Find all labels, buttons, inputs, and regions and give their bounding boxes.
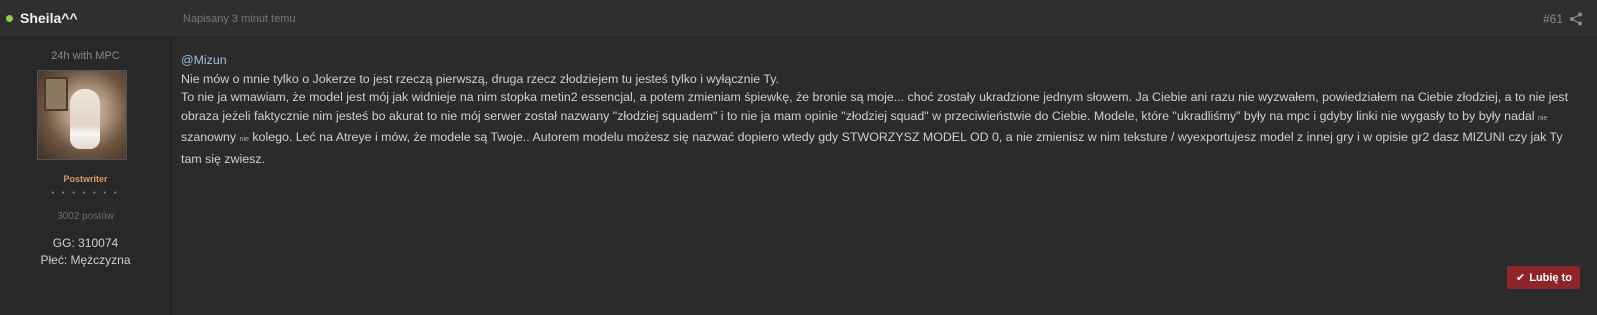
avatar-picture-frame bbox=[44, 77, 68, 111]
post-count: 3002 postów bbox=[57, 211, 114, 222]
small-text: nie bbox=[239, 136, 249, 143]
post-number-link[interactable]: #61 bbox=[1543, 12, 1563, 26]
user-group: Postwriter bbox=[63, 174, 108, 184]
avatar[interactable] bbox=[37, 70, 127, 160]
username-link[interactable]: Sheila^^ bbox=[20, 10, 78, 26]
post-text-part: kolego. Leć na Atreye i mów, że modele s… bbox=[181, 130, 1563, 166]
post-header: Sheila^^ Napisany 3 minut temu #61 bbox=[0, 0, 1597, 38]
post-line-1: Nie mów o mnie tylko o Jokerze to jest r… bbox=[181, 71, 779, 86]
forum-post: Sheila^^ Napisany 3 minut temu #61 24h w… bbox=[0, 0, 1597, 315]
share-icon[interactable] bbox=[1569, 12, 1583, 26]
post-text-part: szanowny bbox=[181, 130, 237, 144]
mention-link[interactable]: @Mizun bbox=[181, 53, 227, 67]
like-button[interactable]: ✔ Lubię to bbox=[1507, 266, 1580, 289]
post-paragraph-2: To nie ja wmawiam, że model jest mój jak… bbox=[181, 88, 1573, 168]
author-info: 24h with MPC Postwriter • • • • • • • 30… bbox=[0, 38, 172, 315]
user-title: 24h with MPC bbox=[51, 50, 120, 62]
gender-field: Płeć: Mężczyzna bbox=[40, 253, 131, 267]
small-text: nie bbox=[1537, 114, 1548, 122]
avatar-figure bbox=[70, 89, 100, 149]
like-button-label: Lubię to bbox=[1529, 271, 1572, 284]
online-status-icon bbox=[6, 15, 13, 22]
gg-number: GG: 310074 bbox=[52, 236, 119, 250]
post-timestamp: Napisany 3 minut temu bbox=[183, 13, 296, 25]
post-content: @Mizun Nie mów o mnie tylko o Jokerze to… bbox=[181, 51, 1573, 168]
post-text-part: To nie ja wmawiam, że model jest mój jak… bbox=[181, 90, 1569, 123]
check-icon: ✔ bbox=[1516, 272, 1526, 284]
rank-pips: • • • • • • • bbox=[51, 190, 120, 197]
